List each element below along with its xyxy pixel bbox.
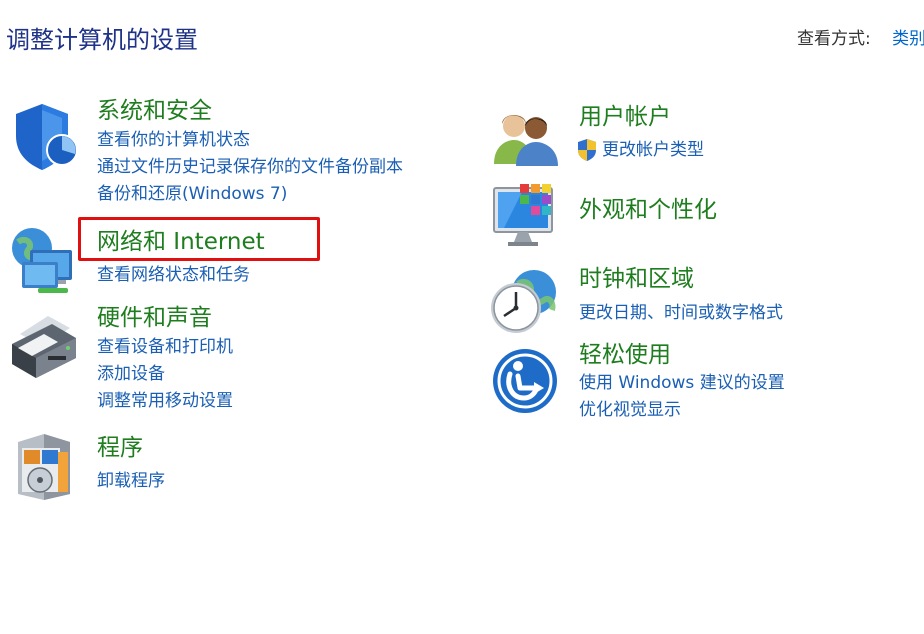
link-change-date-time-format[interactable]: 更改日期、时间或数字格式	[579, 302, 783, 324]
page-title: 调整计算机的设置	[6, 26, 198, 54]
ease-of-access-icon[interactable]	[490, 346, 560, 416]
category-programs[interactable]: 程序	[97, 434, 143, 462]
link-add-device[interactable]: 添加设备	[97, 363, 165, 385]
link-network-status[interactable]: 查看网络状态和任务	[97, 264, 250, 286]
link-change-account-type[interactable]: 更改帐户类型	[602, 139, 704, 161]
network-icon[interactable]	[8, 222, 80, 294]
category-ease-of-access[interactable]: 轻松使用	[579, 341, 671, 369]
printer-icon[interactable]	[8, 312, 80, 382]
link-devices-printers[interactable]: 查看设备和打印机	[97, 336, 233, 358]
category-appearance[interactable]: 外观和个性化	[579, 196, 717, 224]
link-view-computer-status[interactable]: 查看你的计算机状态	[97, 129, 250, 151]
link-optimize-visual-display[interactable]: 优化视觉显示	[579, 399, 681, 421]
view-by-label: 查看方式:	[797, 29, 871, 49]
view-by-dropdown[interactable]: 类别	[892, 29, 924, 49]
shield-icon[interactable]	[10, 100, 78, 172]
category-clock-region[interactable]: 时钟和区域	[579, 265, 694, 293]
category-user-accounts[interactable]: 用户帐户	[579, 103, 671, 131]
link-backup-restore[interactable]: 备份和还原(Windows 7)	[97, 183, 287, 205]
link-file-history[interactable]: 通过文件历史记录保存你的文件备份副本	[97, 156, 403, 178]
clock-globe-icon[interactable]	[488, 266, 560, 336]
category-hardware-sound[interactable]: 硬件和声音	[97, 304, 212, 332]
programs-icon[interactable]	[14, 432, 74, 500]
users-icon[interactable]	[492, 108, 560, 166]
link-recommended-settings[interactable]: 使用 Windows 建议的设置	[579, 372, 785, 394]
monitor-icon[interactable]	[492, 182, 562, 250]
link-mobility-settings[interactable]: 调整常用移动设置	[97, 390, 233, 412]
view-by: 查看方式: 类别	[797, 24, 924, 49]
highlight-box	[78, 217, 320, 261]
category-system-security[interactable]: 系统和安全	[97, 97, 212, 125]
link-uninstall-program[interactable]: 卸载程序	[97, 470, 165, 492]
uac-shield-icon	[578, 139, 596, 161]
